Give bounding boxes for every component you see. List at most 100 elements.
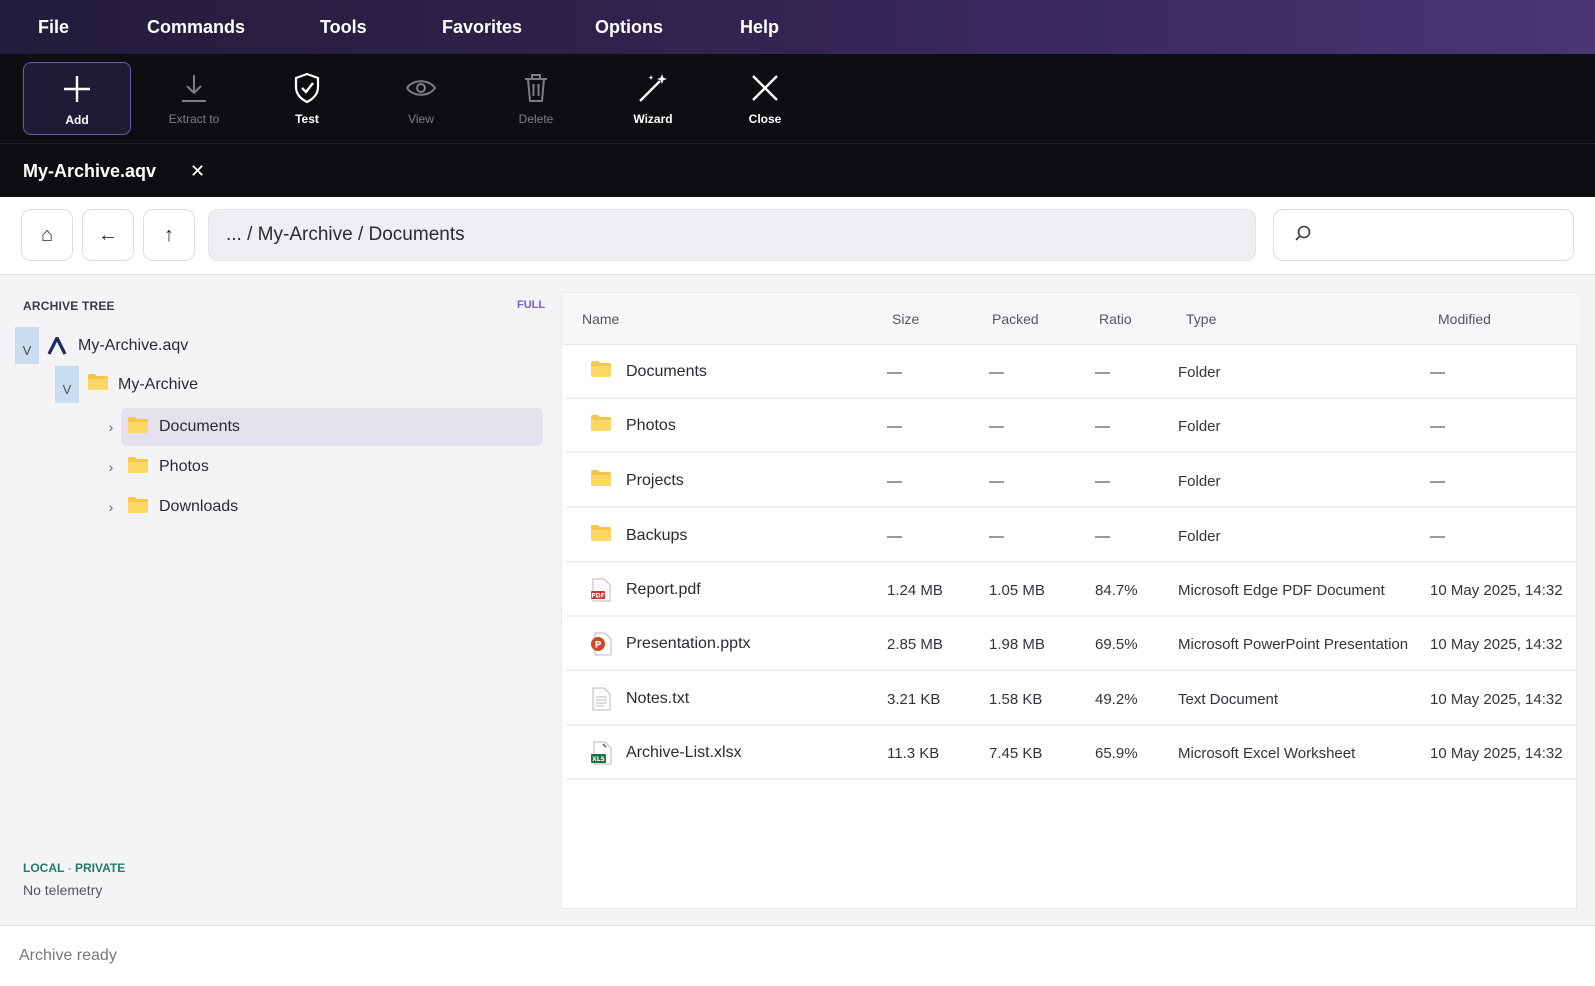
menu-tools[interactable]: Tools — [320, 0, 367, 54]
type-cell: Folder — [1178, 417, 1221, 435]
chevron-right-icon[interactable]: › — [104, 419, 118, 435]
add-button[interactable]: Add — [23, 62, 131, 135]
ratio-cell: 69.5% — [1095, 635, 1138, 653]
wizard-label: Wizard — [633, 112, 673, 126]
status-text: Archive ready — [19, 947, 117, 964]
file-name: Documents — [626, 363, 707, 380]
tree-mode-full[interactable]: FULL — [517, 299, 545, 311]
table-row[interactable]: P Presentation.pptx 2.85 MB 1.98 MB 69.5% Mic… — [566, 617, 1578, 671]
column-header-modified[interactable]: Modified — [1438, 293, 1491, 345]
column-header-name[interactable]: Name — [582, 293, 619, 345]
tree-item-downloads[interactable]: › Downloads — [104, 488, 238, 526]
breadcrumb: ... / My-Archive / Documents — [226, 224, 465, 245]
test-button[interactable]: Test — [253, 62, 361, 135]
size-cell: — — [887, 472, 902, 490]
search-box[interactable] — [1273, 209, 1574, 261]
modified-cell: 10 May 2025, 14:32 — [1430, 581, 1563, 599]
file-name: Notes.txt — [626, 690, 690, 707]
modified-cell: — — [1430, 363, 1445, 381]
size-cell: — — [887, 527, 902, 545]
menu-file[interactable]: File — [38, 0, 69, 54]
svg-text:PDF: PDF — [591, 593, 604, 600]
folder-icon — [590, 414, 612, 438]
tree-item-label: My-Archive.aqv — [78, 336, 189, 354]
svg-text:XLS: XLS — [592, 756, 605, 763]
table-row[interactable]: PDF Report.pdf 1.24 MB 1.05 MB 84.7% Microsof… — [566, 563, 1578, 617]
folder-icon — [590, 524, 612, 548]
size-cell: 3.21 KB — [887, 690, 941, 708]
file-list: Name Size Packed Ratio Type Modified Doc… — [561, 292, 1578, 909]
arrow-up-icon: ↑ — [164, 223, 174, 246]
path-bar[interactable]: ... / My-Archive / Documents — [208, 209, 1256, 261]
modified-cell: — — [1430, 417, 1445, 435]
packed-cell: 7.45 KB — [989, 744, 1043, 762]
collapse-toggle[interactable]: V — [15, 327, 39, 364]
close-x-icon — [745, 68, 785, 108]
size-cell: 1.24 MB — [887, 581, 943, 599]
packed-cell: — — [989, 472, 1004, 490]
up-button[interactable]: ↑ — [143, 209, 195, 261]
ratio-cell: — — [1095, 472, 1110, 490]
search-icon — [1294, 224, 1312, 247]
menu-commands[interactable]: Commands — [147, 0, 245, 54]
back-button[interactable]: ← — [82, 209, 134, 261]
sidebar: ARCHIVE TREE FULL V My-Archive.aqv V My-… — [0, 275, 558, 925]
packed-cell: 1.05 MB — [989, 581, 1045, 599]
column-header-size[interactable]: Size — [892, 293, 919, 345]
table-row[interactable]: Notes.txt 3.21 KB 1.58 KB 49.2% Text Documen… — [566, 672, 1578, 726]
archive-tab[interactable]: My-Archive.aqv — [23, 144, 156, 198]
navigation-bar: ⌂ ← ↑ ... / My-Archive / Documents — [0, 197, 1595, 275]
chevron-right-icon[interactable]: › — [104, 499, 118, 515]
wizard-button[interactable]: Wizard — [599, 62, 707, 135]
chevron-right-icon[interactable]: › — [104, 459, 118, 475]
modified-cell: — — [1430, 527, 1445, 545]
magic-wand-icon — [633, 68, 673, 108]
tree-item-my-archive[interactable]: V My-Archive — [55, 366, 198, 403]
close-button[interactable]: Close — [711, 62, 819, 135]
packed-cell: — — [989, 417, 1004, 435]
modified-cell: 10 May 2025, 14:32 — [1430, 744, 1563, 762]
eye-icon — [401, 68, 441, 108]
file-name: Backups — [626, 527, 688, 544]
packed-cell: 1.98 MB — [989, 635, 1045, 653]
plus-icon — [57, 69, 97, 109]
folder-icon — [87, 373, 109, 396]
folder-icon — [127, 416, 149, 439]
table-row[interactable]: Documents — — — Folder — — [566, 345, 1578, 399]
column-header-type[interactable]: Type — [1186, 293, 1216, 345]
delete-button[interactable]: Delete — [482, 62, 590, 135]
privacy-separator: - — [64, 861, 75, 875]
home-button[interactable]: ⌂ — [21, 209, 73, 261]
archive-tree-title: ARCHIVE TREE — [23, 299, 115, 313]
tree-item-label: Photos — [159, 458, 209, 475]
shield-check-icon — [287, 68, 327, 108]
table-row[interactable]: Backups — — — Folder — — [566, 509, 1578, 563]
column-header-ratio[interactable]: Ratio — [1099, 293, 1132, 345]
folder-icon — [127, 456, 149, 479]
search-input[interactable] — [1322, 226, 1562, 244]
privacy-local: LOCAL — [23, 861, 65, 875]
close-tab-icon[interactable]: ✕ — [190, 144, 205, 198]
packed-cell: — — [989, 363, 1004, 381]
extract-to-button[interactable]: Extract to — [140, 62, 248, 135]
download-icon — [174, 68, 214, 108]
type-cell: Microsoft Edge PDF Document — [1178, 581, 1385, 599]
modified-cell: — — [1430, 472, 1445, 490]
column-header-packed[interactable]: Packed — [992, 293, 1039, 345]
collapse-toggle[interactable]: V — [55, 366, 79, 403]
table-row[interactable]: Projects — — — Folder — — [566, 454, 1578, 508]
tree-item-archive-root[interactable]: V My-Archive.aqv — [15, 327, 188, 364]
packed-cell: — — [989, 527, 1004, 545]
telemetry-note: No telemetry — [23, 882, 103, 898]
menu-options[interactable]: Options — [595, 0, 663, 54]
type-cell: Text Document — [1178, 690, 1279, 708]
menu-help[interactable]: Help — [740, 0, 779, 54]
view-button[interactable]: View — [367, 62, 475, 135]
table-row[interactable]: Photos — — — Folder — — [566, 399, 1578, 453]
view-label: View — [408, 112, 434, 126]
tree-item-photos[interactable]: › Photos — [104, 448, 209, 486]
tree-item-documents[interactable]: › Documents — [104, 408, 240, 446]
type-cell: Microsoft PowerPoint Presentation — [1178, 635, 1409, 653]
menu-favorites[interactable]: Favorites — [442, 0, 522, 54]
table-row[interactable]: XLS Archive-List.xlsx 11.3 KB 7.45 KB 65.9% M… — [566, 726, 1578, 780]
